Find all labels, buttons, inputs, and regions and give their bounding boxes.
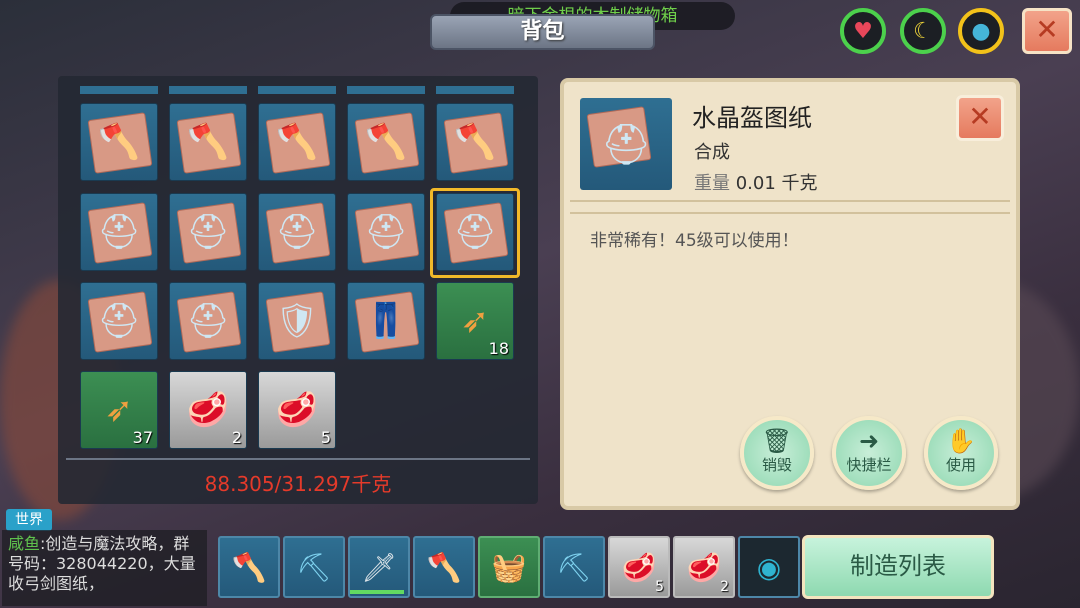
item-count: 5 [320, 428, 331, 447]
inventory-slot[interactable]: ⛑ [347, 193, 425, 271]
inventory-slot[interactable]: ➶ 37 [80, 371, 158, 449]
item-name: 水晶盔图纸 [692, 104, 812, 132]
helmet-blueprint-icon: ⛑ [600, 121, 652, 168]
water-drop-icon: ● [971, 18, 991, 44]
arrow-left-icon: ➜ [858, 427, 880, 455]
inventory-slot[interactable]: 🪓 [80, 103, 158, 181]
top-bar: 暗下金根的木制储物箱 背包 ♥ ☾ ● ✕ [0, 0, 1080, 60]
helmet-blueprint-icon: ⛑ [186, 301, 230, 341]
close-button[interactable]: ✕ [1022, 8, 1072, 54]
pickaxe-icon: ⛏ [556, 550, 592, 584]
detail-divider [570, 200, 1010, 202]
hand-icon: ✋ [946, 427, 976, 455]
inventory-slot[interactable]: 🥩 5 [258, 371, 336, 449]
world-chat-tab[interactable]: 世界 [6, 509, 52, 531]
helmet-blueprint-icon: ⛑ [97, 301, 141, 341]
hotbar-slot[interactable]: 🥩 5 [608, 536, 670, 598]
item-count: 5 [655, 579, 664, 595]
inventory-slot[interactable]: 🛡 [258, 282, 336, 360]
hotbar-slot[interactable]: 🪓 [413, 536, 475, 598]
hotbar-slot[interactable]: 🥩 2 [673, 536, 735, 598]
leg-armor-blueprint-icon: 👖 [364, 301, 408, 341]
axe-blueprint-icon: 🪓 [186, 122, 230, 162]
inventory-slot[interactable]: 👖 [347, 282, 425, 360]
detail-item-icon: ⛑ [580, 98, 672, 190]
inventory-slot[interactable]: 🪓 [436, 103, 514, 181]
close-icon: ✕ [968, 100, 992, 133]
item-weight: 重量 0.01 千克 [694, 169, 818, 195]
inventory-slot[interactable]: 🥩 2 [169, 371, 247, 449]
craft-list-label: 制造列表 [850, 552, 946, 580]
inventory-slot[interactable]: 🪓 [347, 103, 425, 181]
detail-close-button[interactable]: ✕ [956, 95, 1004, 141]
inventory-slot[interactable]: ⛑ [169, 282, 247, 360]
axe-blueprint-icon: 🪓 [275, 122, 319, 162]
item-count: 18 [488, 339, 509, 358]
axe-blueprint-icon: 🪓 [364, 122, 408, 162]
trash-icon: 🗑 [761, 427, 793, 455]
axe-blueprint-icon: 🪓 [97, 122, 141, 162]
heart-icon: ♥ [853, 18, 873, 44]
hotbar-slot[interactable]: 🗡 [348, 536, 410, 598]
hunger-status: ☾ [900, 8, 946, 54]
inventory-slot[interactable]: ➶ 18 [436, 282, 514, 360]
basket-icon: 🧺 [491, 550, 527, 584]
craft-list-button[interactable]: 制造列表 [802, 535, 994, 599]
inventory-slot[interactable]: ⛑ [258, 193, 336, 271]
helmet-blueprint-icon: ⛑ [275, 212, 319, 252]
item-weight-label: 重量 [694, 173, 730, 194]
crystal-orb-icon: ◉ [756, 550, 782, 584]
close-icon: ✕ [1035, 13, 1059, 46]
water-status: ● [958, 8, 1004, 54]
durability-bar [350, 590, 404, 594]
item-weight-value: 0.01 千克 [735, 173, 818, 194]
hotbar-button[interactable]: ➜ 快捷栏 [832, 416, 906, 490]
chat-sender: 咸鱼 [8, 534, 41, 553]
inventory-slot[interactable]: ⛑ [169, 193, 247, 271]
chest-armor-blueprint-icon: 🛡 [275, 301, 319, 341]
health-status: ♥ [840, 8, 886, 54]
item-description: 非常稀有！45级可以使用！ [590, 231, 799, 251]
hotbar-slot[interactable]: ◉ [738, 536, 800, 598]
selection-frame [430, 188, 520, 278]
inventory-slot[interactable]: 🪓 [258, 103, 336, 181]
inventory-weight: 88.305/31.297千克 [204, 472, 392, 496]
destroy-button[interactable]: 🗑 销毁 [740, 416, 814, 490]
pickaxe-icon: ⛏ [296, 550, 332, 584]
helmet-blueprint-icon: ⛑ [186, 212, 230, 252]
axe-blueprint-icon: 🪓 [453, 122, 497, 162]
banana-icon: ☾ [913, 18, 933, 44]
inventory-slot[interactable]: ⛑ [80, 193, 158, 271]
chat-box[interactable]: 咸鱼:创造与魔法攻略，群号码：328044220，大量收弓剑图纸， [2, 530, 207, 606]
helmet-blueprint-icon: ⛑ [364, 212, 408, 252]
item-type: 合成 [694, 142, 730, 163]
page-title: 背包 [520, 19, 565, 44]
hotbar-slot[interactable]: ⛏ [543, 536, 605, 598]
axe-icon: 🪓 [231, 550, 267, 584]
item-count: 2 [231, 428, 242, 447]
use-button[interactable]: ✋ 使用 [924, 416, 998, 490]
axe-icon: 🪓 [426, 550, 462, 584]
detail-divider [570, 212, 1010, 214]
hotbar-slot[interactable]: 🧺 [478, 536, 540, 598]
item-count: 2 [720, 579, 729, 595]
item-count: 37 [132, 428, 153, 447]
hotbar-slot[interactable]: ⛏ [283, 536, 345, 598]
sword-icon: 🗡 [361, 550, 397, 584]
hotbar-slot[interactable]: 🪓 [218, 536, 280, 598]
helmet-blueprint-icon: ⛑ [97, 212, 141, 252]
inventory-slot[interactable]: 🪓 [169, 103, 247, 181]
inventory-slot[interactable]: ⛑ [80, 282, 158, 360]
